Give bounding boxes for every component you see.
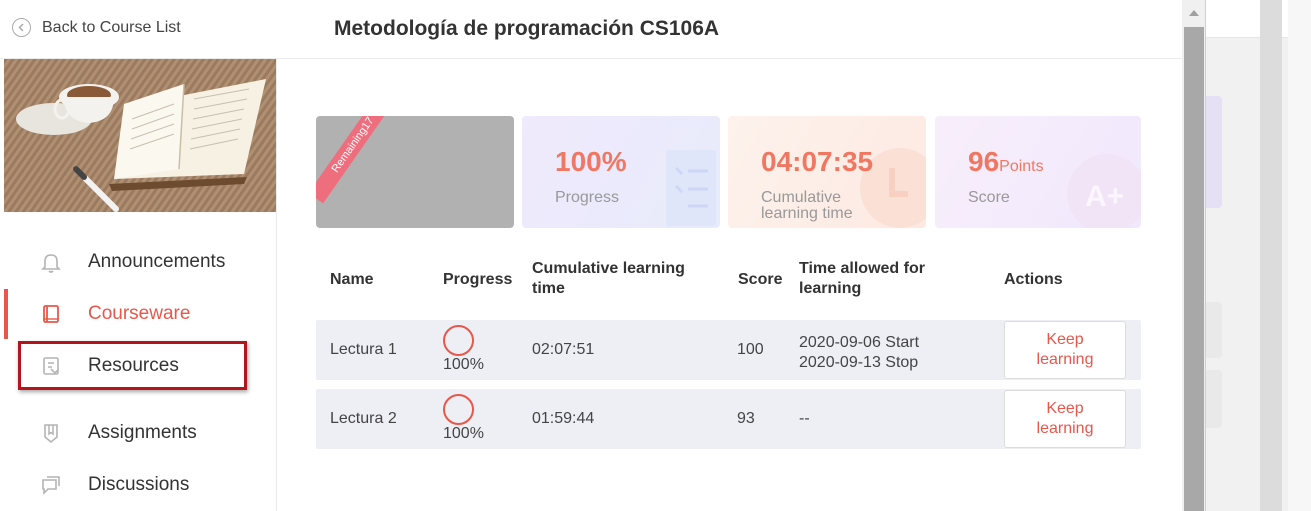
lesson-progress: 100%: [443, 425, 484, 442]
column-header-progress: Progress: [443, 271, 513, 288]
main-content: Remaining17 100% Progress 04:07:35 Cumul…: [277, 59, 1182, 511]
sidebar-item-discussions[interactable]: Discussions: [0, 460, 276, 510]
progress-card: 100% Progress: [522, 116, 720, 228]
score-value: 96Points: [968, 146, 1044, 177]
remaining-ribbon: Remaining17: [316, 116, 398, 204]
back-label: Back to Course List: [42, 18, 181, 36]
table-row: Lectura 2 100% 01:59:44 93 -- Keep learni…: [316, 389, 1141, 449]
sidebar: Announcements Courseware Resources Assig…: [0, 59, 277, 511]
grade-a-plus-icon: A+: [1067, 154, 1141, 228]
lesson-name: Lectura 2: [330, 410, 397, 427]
learning-time-label: Cumulative learning time: [761, 189, 853, 222]
score-card: A+ 96Points Score: [935, 116, 1141, 228]
svg-text:A+: A+: [1085, 180, 1124, 213]
vertical-scrollbar[interactable]: [1182, 0, 1205, 511]
column-header-name: Name: [330, 271, 374, 288]
lesson-progress: 100%: [443, 356, 484, 373]
sidebar-item-label: Announcements: [88, 251, 226, 272]
learning-time-card: 04:07:35 Cumulative learning time: [728, 116, 926, 228]
chevron-left-icon: [12, 18, 31, 37]
sidebar-item-label: Courseware: [88, 303, 191, 324]
checklist-icon: [666, 150, 716, 226]
sidebar-item-label: Assignments: [88, 422, 197, 443]
page-title: Metodología de programación CS106A: [334, 17, 720, 40]
resources-highlight-box: [18, 341, 247, 390]
sidebar-item-courseware[interactable]: Courseware: [0, 289, 276, 339]
background-column: [1260, 0, 1282, 511]
lesson-time-allowed: --: [799, 410, 810, 427]
scroll-up-arrow-icon[interactable]: [1182, 0, 1205, 26]
progress-value: 100%: [555, 146, 627, 177]
keep-learning-button[interactable]: Keep learning: [1004, 321, 1126, 379]
lesson-learning-time: 01:59:44: [532, 410, 595, 427]
sidebar-item-label: Discussions: [88, 474, 190, 495]
course-cover-image: [4, 59, 276, 212]
book-icon: [40, 303, 62, 325]
score-label: Score: [968, 189, 1010, 206]
keep-learning-button[interactable]: Keep learning: [1004, 390, 1126, 448]
discussion-icon: [40, 474, 62, 496]
learning-time-value: 04:07:35: [761, 146, 874, 177]
table-row: Lectura 1 100% 02:07:51 100 2020-09-06 S…: [316, 320, 1141, 380]
progress-ring: [443, 394, 474, 425]
column-header-learning-time: Cumulative learning time: [532, 260, 685, 297]
scrollbar-thumb[interactable]: [1184, 27, 1204, 511]
course-modal: Back to Course List Metodología de progr…: [0, 0, 1206, 511]
assignment-icon: [40, 422, 62, 444]
column-header-time-allowed: Time allowed for learning: [799, 260, 925, 297]
progress-ring: [443, 325, 474, 356]
sidebar-item-assignments[interactable]: Assignments: [0, 408, 276, 458]
sidebar-item-announcements[interactable]: Announcements: [0, 237, 276, 287]
lesson-name: Lectura 1: [330, 341, 397, 358]
lesson-time-allowed: 2020-09-06 Start 2020-09-13 Stop: [799, 334, 920, 371]
course-thumbnail-card: Remaining17: [316, 116, 514, 228]
modal-header: Back to Course List Metodología de progr…: [0, 0, 1182, 59]
column-header-score: Score: [738, 271, 783, 288]
lesson-score: 93: [737, 410, 755, 427]
progress-label: Progress: [555, 189, 620, 206]
bell-icon: [40, 251, 62, 273]
lesson-learning-time: 02:07:51: [532, 341, 595, 358]
background-strip: [1288, 0, 1311, 511]
lesson-score: 100: [737, 341, 764, 358]
column-header-actions: Actions: [1004, 271, 1063, 288]
back-to-course-list-link[interactable]: Back to Course List: [12, 18, 181, 37]
